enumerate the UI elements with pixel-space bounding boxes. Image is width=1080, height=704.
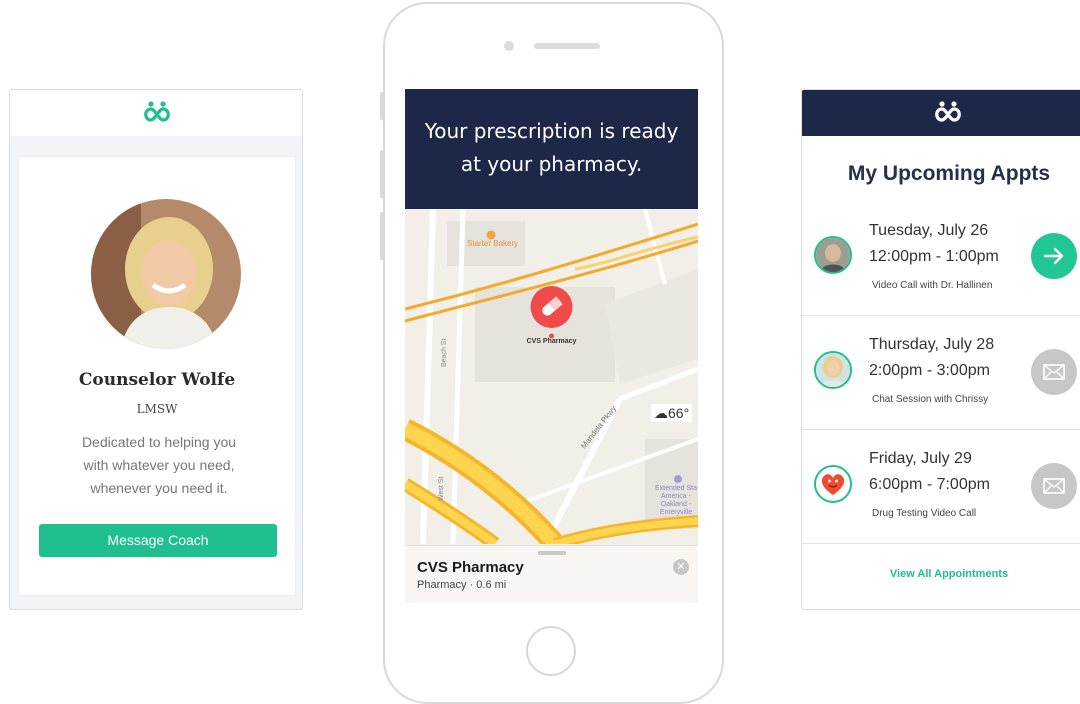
- appointments-title: My Upcoming Appts: [847, 162, 1051, 185]
- coach-credential: LMSW: [136, 402, 178, 416]
- place-sheet[interactable]: CVS Pharmacy Pharmacy · 0.6 mi ✕: [405, 545, 698, 603]
- poi-hotel-line: Oakland -: [660, 501, 692, 508]
- appointment-item[interactable]: Friday, July 29 6:00pm - 7:00pm Drug Tes…: [802, 430, 1080, 544]
- message-coach-button[interactable]: Message Coach: [39, 524, 277, 557]
- place-name: CVS Pharmacy: [417, 559, 524, 576]
- mail-icon: [1043, 478, 1065, 494]
- notification-line-1: Your prescription is ready: [424, 119, 679, 143]
- close-icon[interactable]: ✕: [673, 559, 689, 575]
- coach-profile: Counselor Wolfe LMSW Dedicated to helpin…: [18, 156, 296, 596]
- cloud-icon: ☁: [654, 405, 668, 421]
- coach-name: Counselor Wolfe: [78, 370, 236, 390]
- weather-temp: 66°: [668, 405, 690, 421]
- appointment-time: 2:00pm - 3:00pm: [869, 362, 990, 379]
- heart-icon: [821, 474, 845, 495]
- place-subtitle: Pharmacy · 0.6 mi: [417, 579, 507, 591]
- appointment-time: 12:00pm - 1:00pm: [869, 248, 999, 265]
- volume-up-button: [380, 150, 384, 198]
- logo-icon: [935, 101, 961, 122]
- poi-hotel-line: Emeryville: [659, 509, 693, 516]
- appointment-description: Chat Session with Chrissy: [872, 394, 989, 405]
- weather-badge: ☁66°: [651, 404, 693, 422]
- logo-icon: [144, 101, 170, 122]
- appointment-date: Tuesday, July 26: [869, 222, 989, 239]
- street-west-st: West St: [438, 476, 445, 501]
- message-button[interactable]: [1031, 463, 1077, 509]
- map-pin-label: CVS Pharmacy: [526, 338, 577, 345]
- appointment-date: Friday, July 29: [869, 450, 972, 467]
- coach-description: Dedicated to helping you with whatever y…: [81, 434, 237, 496]
- view-all-appointments-link[interactable]: View All Appointments: [802, 568, 1080, 580]
- coach-card: Counselor Wolfe LMSW Dedicated to helpin…: [9, 89, 303, 610]
- appointment-item[interactable]: Tuesday, July 26 12:00pm - 1:00pm Video …: [802, 202, 1080, 316]
- appointments-card: My Upcoming Appts Tuesday, July 26 12:00…: [801, 89, 1080, 610]
- poi-starter-bakery[interactable]: Starter Bakery: [467, 239, 518, 248]
- mail-icon: [1043, 364, 1065, 380]
- appointment-description: Drug Testing Video Call: [872, 508, 977, 519]
- coach-avatar: [91, 199, 241, 349]
- volume-down-button: [380, 212, 384, 260]
- home-button[interactable]: [526, 626, 576, 676]
- appointments-header: [802, 90, 1080, 136]
- poi-hotel-line: Extended Sta: [654, 485, 698, 492]
- front-camera: [504, 41, 514, 51]
- arrow-right-icon: [1043, 247, 1064, 265]
- poi-hotel-line: America -: [661, 493, 691, 500]
- notification-line-2: at your pharmacy.: [460, 152, 643, 176]
- coach-card-header: [10, 90, 302, 136]
- avatar: [814, 236, 852, 274]
- avatar: [814, 465, 852, 503]
- phone-screen: Your prescription is ready at your pharm…: [405, 89, 698, 603]
- appointment-time: 6:00pm - 7:00pm: [869, 476, 990, 493]
- pharmacy-map-pin[interactable]: [529, 285, 574, 340]
- sheet-drag-handle[interactable]: [538, 551, 566, 555]
- avatar: [814, 351, 852, 389]
- poi-extended-stay[interactable]: Extended Sta America - Oakland - Emeryvi…: [652, 485, 698, 517]
- join-call-button[interactable]: [1031, 233, 1077, 279]
- prescription-notification[interactable]: Your prescription is ready at your pharm…: [405, 89, 698, 209]
- appointment-date: Thursday, July 28: [869, 336, 995, 353]
- appointment-description: Video Call with Dr. Hallinen: [872, 280, 993, 291]
- appointment-item[interactable]: Thursday, July 28 2:00pm - 3:00pm Chat S…: [802, 316, 1080, 430]
- message-button[interactable]: [1031, 349, 1077, 395]
- earpiece-speaker: [534, 43, 600, 49]
- mute-switch: [380, 92, 384, 120]
